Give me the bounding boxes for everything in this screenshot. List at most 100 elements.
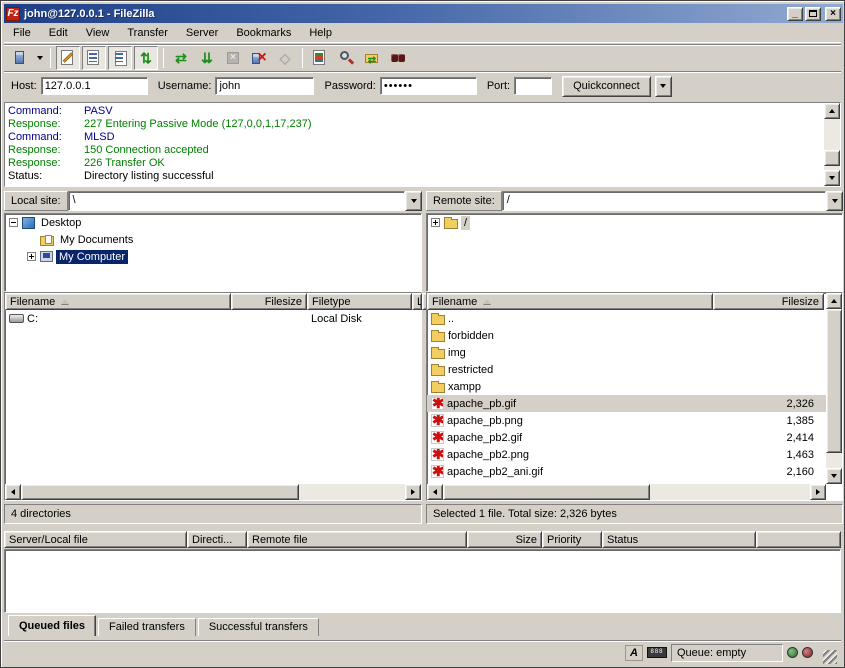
resize-grip[interactable] <box>823 650 837 664</box>
tab-queued-files[interactable]: Queued files <box>8 615 96 636</box>
menu-bookmarks[interactable]: Bookmarks <box>227 25 300 41</box>
menu-view[interactable]: View <box>77 25 119 41</box>
tab-failed-transfers[interactable]: Failed transfers <box>98 618 196 636</box>
remote-status-text: Selected 1 file. Total size: 2,326 bytes <box>426 504 843 524</box>
remote-vscrollbar[interactable] <box>826 293 842 484</box>
menu-edit[interactable]: Edit <box>40 25 77 41</box>
log-lines: Command:PASVResponse:227 Entering Passiv… <box>5 103 824 186</box>
column-header-filesize[interactable]: Filesize <box>713 293 824 310</box>
site-manager-dropdown[interactable] <box>33 46 46 70</box>
menu-help[interactable]: Help <box>300 25 341 41</box>
cancel-operation-button[interactable]: × <box>221 46 245 70</box>
table-row[interactable]: forbidden <box>427 327 826 344</box>
log-scrollbar[interactable] <box>824 103 840 186</box>
local-tree-item[interactable]: My Documents <box>5 231 421 248</box>
arrow-up-icon <box>829 109 835 113</box>
local-status-text: 4 directories <box>4 504 422 524</box>
remote-hscrollbar[interactable] <box>427 484 826 500</box>
local-site-combo[interactable]: \ <box>68 191 422 211</box>
scroll-up-button[interactable] <box>824 103 840 119</box>
folder-icon <box>431 332 445 342</box>
filter-button[interactable] <box>386 46 410 70</box>
scroll-thumb[interactable] <box>826 309 842 453</box>
local-site-label: Local site: <box>4 191 68 211</box>
quickconnect-button[interactable]: Quickconnect <box>562 76 651 97</box>
column-header-serverlocalfile[interactable]: Server/Local file <box>4 531 187 548</box>
filename-cell: img <box>427 347 713 359</box>
column-header-filetype[interactable]: Filetype <box>307 293 412 310</box>
scroll-left-button[interactable] <box>427 484 443 500</box>
port-input[interactable] <box>514 77 552 95</box>
scroll-right-button[interactable] <box>810 484 826 500</box>
table-row[interactable]: ✱apache_pb2.gif2,414 <box>427 429 826 446</box>
password-input[interactable] <box>380 77 477 95</box>
column-header-l[interactable]: L <box>412 293 422 310</box>
column-header-priority[interactable]: Priority <box>542 531 602 548</box>
column-header-remotefile[interactable]: Remote file <box>247 531 467 548</box>
scroll-thumb[interactable] <box>824 150 840 166</box>
scroll-right-button[interactable] <box>405 484 421 500</box>
remote-site-combo[interactable]: / <box>502 191 843 211</box>
tab-successful-transfers[interactable]: Successful transfers <box>198 618 319 636</box>
directory-comparison-button[interactable] <box>308 46 332 70</box>
local-hscrollbar[interactable] <box>5 484 421 500</box>
column-header-filename[interactable]: Filename <box>427 293 713 310</box>
column-header-filesize[interactable]: Filesize <box>231 293 307 310</box>
remote-tree-item[interactable]: / <box>427 214 842 231</box>
local-site-value[interactable]: \ <box>68 191 405 211</box>
local-site-bar: Local site: \ <box>4 190 422 212</box>
minus-expander[interactable] <box>9 218 18 227</box>
table-row[interactable]: ✱apache_pb.gif2,326 <box>427 395 826 412</box>
toggle-local-tree-button[interactable] <box>82 46 106 70</box>
scroll-down-button[interactable] <box>824 170 840 186</box>
refresh-button[interactable]: ⇄ <box>169 46 193 70</box>
table-row[interactable]: C:Local Disk <box>5 310 421 327</box>
username-input[interactable] <box>215 77 314 95</box>
find-files-button[interactable] <box>334 46 358 70</box>
table-row[interactable]: ✱apache_pb2_ani.gif2,160 <box>427 463 826 480</box>
column-header-directi[interactable]: Directi... <box>187 531 247 548</box>
table-row[interactable]: restricted <box>427 361 826 378</box>
menu-server[interactable]: Server <box>177 25 227 41</box>
table-row[interactable]: .. <box>427 310 826 327</box>
site-manager-button[interactable] <box>8 46 32 70</box>
host-input[interactable] <box>41 77 148 95</box>
synchronized-browsing-button[interactable]: ⇄ <box>360 46 384 70</box>
scroll-left-button[interactable] <box>5 484 21 500</box>
scroll-thumb[interactable] <box>443 484 650 500</box>
close-button[interactable]: × <box>825 7 841 21</box>
disconnect-button[interactable]: × <box>247 46 271 70</box>
local-tree-item[interactable]: My Computer <box>5 248 421 265</box>
scroll-down-button[interactable] <box>826 468 842 484</box>
toggle-remote-tree-button[interactable] <box>108 46 132 70</box>
toggle-transfer-queue-button[interactable]: ⇅ <box>134 46 158 70</box>
toggle-transfer-queue-icon: ⇅ <box>137 49 155 67</box>
remote-site-value[interactable]: / <box>502 191 826 211</box>
maximize-button[interactable] <box>805 7 821 21</box>
table-row[interactable]: ✱apache_pb.png1,385 <box>427 412 826 429</box>
local-site-dropdown[interactable] <box>405 191 422 211</box>
scroll-up-button[interactable] <box>826 293 842 309</box>
reconnect-button[interactable]: ◇ <box>273 46 297 70</box>
local-tree-item[interactable]: Desktop <box>5 214 421 231</box>
menu-transfer[interactable]: Transfer <box>118 25 177 41</box>
remote-site-dropdown[interactable] <box>826 191 843 211</box>
toggle-message-log-button[interactable] <box>56 46 80 70</box>
minimize-button[interactable]: _ <box>787 7 803 21</box>
local-tree: DesktopMy DocumentsMy Computer <box>4 213 422 292</box>
plus-expander[interactable] <box>431 218 440 227</box>
table-row[interactable]: xampp <box>427 378 826 395</box>
process-queue-button[interactable]: ⇊ <box>195 46 219 70</box>
plus-expander[interactable] <box>27 252 36 261</box>
computer-icon <box>40 251 53 262</box>
column-header-size[interactable]: Size <box>467 531 542 548</box>
column-header-status[interactable]: Status <box>602 531 756 548</box>
column-header-filename[interactable]: Filename <box>5 293 231 310</box>
quickconnect-dropdown[interactable] <box>655 76 672 97</box>
filesize-cell: 2,160 <box>713 466 818 478</box>
table-row[interactable]: ✱apache_pb2.png1,463 <box>427 446 826 463</box>
table-row[interactable]: img <box>427 344 826 361</box>
filename-cell: .. <box>427 313 713 325</box>
menu-file[interactable]: File <box>4 25 40 41</box>
scroll-thumb[interactable] <box>21 484 299 500</box>
